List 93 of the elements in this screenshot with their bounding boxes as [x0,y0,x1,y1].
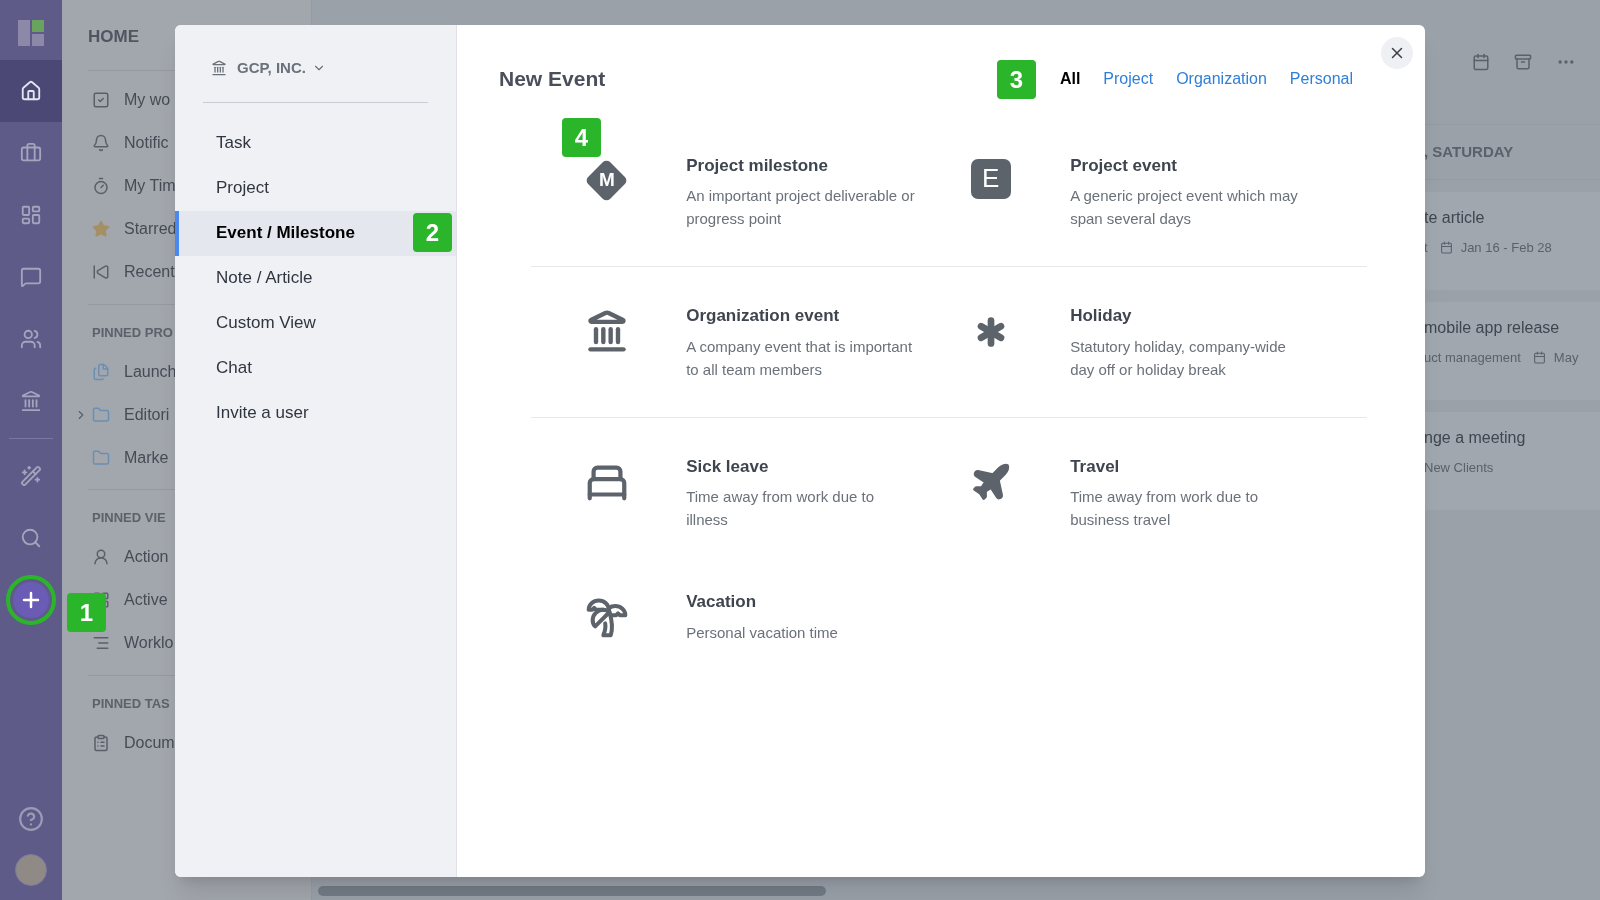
user-icon [92,548,110,566]
card-title: te article [1424,208,1486,228]
card-title: nge a meeting [1424,428,1527,448]
dialog-title: New Event [499,66,606,92]
menu-item[interactable]: Invite a user [175,390,456,436]
search-icon [20,527,42,549]
sidebar-item[interactable]: Notific [124,131,169,155]
bank-icon [20,390,42,412]
briefcase-icon [20,142,42,164]
avatar[interactable] [15,854,47,886]
letter-icon: E [970,158,1011,199]
filter-tab[interactable]: Personal [1289,66,1353,91]
bank-icon [211,60,227,77]
menu-item[interactable]: Project [175,165,456,211]
card-title: mobile app release [1424,318,1561,338]
event-card[interactable]: nge a meeting New Clients [1424,412,1600,510]
event-card[interactable]: mobile app release uct management May [1424,302,1600,400]
milestone-icon: M [584,158,629,203]
sidebar-item[interactable]: My Tim [124,174,176,198]
timer-icon [92,177,110,195]
event-type-option[interactable]: Organization event A company event that is important to all team members [531,303,915,381]
card-date: May [1553,349,1579,367]
filter-tab[interactable]: Organization [1176,66,1267,91]
org-dropdown[interactable]: GCP, INC. [237,57,326,80]
option-description: Time away from work due to illness [686,487,875,530]
sidebar-item[interactable]: Marke [124,445,169,470]
close-button[interactable] [1381,37,1413,69]
chat-icon [20,266,42,288]
option-description: An important project deliverable or progress point [686,186,915,229]
step-badge: 4 [562,118,601,157]
menu-item[interactable]: Task [175,120,456,166]
option-title: Project milestone [686,154,829,177]
option-description: A company event that is important to all team members [686,336,914,380]
sidebar-item[interactable]: Worklo [124,631,174,655]
event-type-option[interactable]: Holiday Statutory holiday, company-wide day off or holiday break [915,303,1299,381]
sidebar-item[interactable]: Action [124,545,169,569]
option-title: Organization event [686,305,841,327]
folder-icon [92,448,110,467]
sidebar-item[interactable]: Active [124,588,168,612]
step-badge: 1 [67,593,106,632]
step-badge: 3 [997,60,1036,99]
skip-back-icon [92,263,110,281]
help-icon[interactable] [18,806,44,832]
card-date: Jan 16 - Feb 28 [1460,239,1552,257]
rail-button[interactable] [0,60,62,122]
menu-item[interactable]: Chat [175,345,456,391]
documents-icon [92,362,110,381]
option-title: Holiday [1070,305,1133,327]
dashboard-icon [20,204,42,226]
card-meta: New Clients [1424,459,1494,477]
option-title: Project event [1070,154,1178,177]
sidebar-item[interactable]: Launch [124,359,177,384]
scrollbar-thumb[interactable] [318,886,826,896]
step-badge: 2 [413,213,452,252]
archive-icon[interactable] [1514,53,1532,71]
folder-icon [92,405,110,424]
option-description: Statutory holiday, company-wide day off or holiday break [1070,336,1287,380]
sidebar-item[interactable]: Starred [124,217,177,241]
calendar-icon[interactable] [1472,53,1490,71]
option-description: Personal vacation time [686,622,839,643]
calendar-icon [1532,351,1546,365]
calendar-icon [1439,241,1453,255]
option-title: Vacation [686,591,758,613]
filter-tab[interactable]: Project [1103,66,1154,91]
bell-icon [92,134,110,152]
sidebar-title: HOME [88,26,140,48]
logo-icon [18,20,44,46]
palm-tree-icon [584,595,629,639]
filter-tab[interactable]: All [1059,66,1081,91]
sidebar-item[interactable]: Docum [124,730,175,755]
sidebar-item[interactable]: Recent [124,260,175,284]
event-type-option[interactable]: Travel Time away from work due to business travel [915,453,1299,531]
wand-icon [20,465,42,487]
star-icon [92,220,110,238]
sidebar-item[interactable]: Editori [124,402,170,427]
event-type-option[interactable]: Sick leave Time away from work due to illness [531,453,915,531]
option-title: Travel [1070,455,1121,478]
home-icon [20,80,42,102]
section-heading: PINNED TAS [92,694,171,713]
event-type-option[interactable]: E Project event A generic project event which may span several days [915,152,1299,230]
menu-item[interactable]: Custom View [175,300,456,346]
checkbox-icon [92,91,110,109]
clipboard-icon [92,733,110,752]
menu-item[interactable]: Note / Article [175,255,456,301]
section-heading: PINNED VIE [92,509,167,527]
option-description: A generic project event which may span several days [1070,186,1299,229]
people-icon [20,328,42,350]
sidebar-item[interactable]: My wo [124,88,171,112]
card-meta: uct management [1424,349,1521,367]
event-type-option[interactable]: Vacation Personal vacation time [531,589,915,644]
lines-icon [92,634,110,652]
option-description: Time away from work due to business travel [1070,487,1259,530]
option-title: Sick leave [686,455,770,478]
